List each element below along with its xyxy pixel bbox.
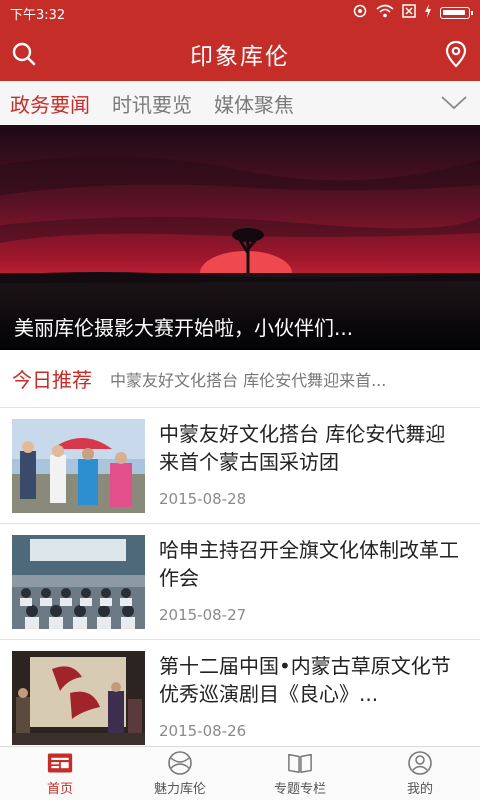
news-date: 2015-08-26: [159, 722, 247, 740]
tab-shixun[interactable]: 时讯要览: [112, 89, 192, 118]
news-thumbnail: [12, 419, 145, 513]
sim-icon: [402, 4, 416, 22]
today-recommend-bar[interactable]: 今日推荐 中蒙友好文化搭台 库伦安代舞迎来首...: [0, 350, 480, 408]
user-icon: [407, 750, 433, 776]
news-thumbnail: [12, 535, 145, 629]
app-title: 印象库伦: [190, 43, 290, 70]
news-thumbnail: [12, 651, 145, 745]
app-header: 印象库伦: [0, 26, 480, 81]
news-item[interactable]: 中蒙友好文化搭台 库伦安代舞迎来首个蒙古国采访团 2015-08-28: [0, 408, 480, 524]
news-title: 中蒙友好文化搭台 库伦安代舞迎来首个蒙古国采访团: [159, 422, 446, 474]
banner-carousel[interactable]: 美丽库伦摄影大赛开始啦，小伙伴们...: [0, 125, 480, 350]
recommend-ticker[interactable]: 中蒙友好文化搭台 库伦安代舞迎来首...: [110, 367, 430, 391]
chevron-down-icon: [441, 96, 467, 110]
news-item[interactable]: 第十二届中国•内蒙古草原文化节优秀巡演剧目《良心》... 2015-08-26: [0, 640, 480, 756]
charging-icon: [424, 4, 432, 22]
globe-icon: [167, 750, 193, 776]
status-bar: 下午3:32: [0, 0, 480, 26]
news-date: 2015-08-28: [159, 490, 247, 508]
banner-caption: 美丽库伦摄影大赛开始啦，小伙伴们...: [0, 300, 480, 350]
news-title: 哈申主持召开全旗文化体制改革工作会: [159, 538, 459, 590]
nav-home[interactable]: 首页: [0, 747, 120, 800]
nav-special-columns[interactable]: 专题专栏: [240, 747, 360, 800]
tab-zhengwu[interactable]: 政务要闻: [10, 89, 90, 118]
status-icons: [352, 4, 473, 22]
news-title: 第十二届中国•内蒙古草原文化节优秀巡演剧目《良心》...: [159, 654, 451, 706]
battery-icon: [440, 7, 473, 19]
nav-mine[interactable]: 我的: [360, 747, 480, 800]
home-icon: [47, 750, 73, 776]
nav-charm-kulun[interactable]: 魅力库伦: [120, 747, 240, 800]
nav-label: 我的: [406, 782, 433, 797]
status-time: 下午3:32: [10, 7, 66, 23]
book-icon: [287, 750, 313, 776]
location-button[interactable]: [440, 38, 472, 70]
app-screen: 下午3:32 印象库伦 政务要闻 时讯要览 媒体聚焦 美丽库伦摄影大赛开始啦，小…: [0, 0, 480, 800]
news-date: 2015-08-27: [159, 606, 247, 624]
bottom-nav: 首页 魅力库伦 专题专栏 我的: [0, 746, 480, 800]
search-button[interactable]: [8, 38, 40, 70]
channel-tabs: 政务要闻 时讯要览 媒体聚焦: [0, 81, 480, 125]
nav-label: 首页: [46, 782, 73, 797]
recommend-title: 今日推荐: [12, 368, 92, 392]
tabs-expand-button[interactable]: [440, 93, 468, 113]
nav-label: 魅力库伦: [153, 782, 206, 797]
wifi-icon: [376, 4, 394, 22]
search-icon: [12, 42, 36, 66]
news-item[interactable]: 哈申主持召开全旗文化体制改革工作会 2015-08-27: [0, 524, 480, 640]
nav-label: 专题专栏: [273, 782, 326, 797]
news-list: 中蒙友好文化搭台 库伦安代舞迎来首个蒙古国采访团 2015-08-28 哈申主持…: [0, 408, 480, 756]
location-pin-icon: [445, 40, 467, 68]
tab-meiti[interactable]: 媒体聚焦: [214, 89, 294, 118]
signal-icon: [352, 4, 368, 22]
